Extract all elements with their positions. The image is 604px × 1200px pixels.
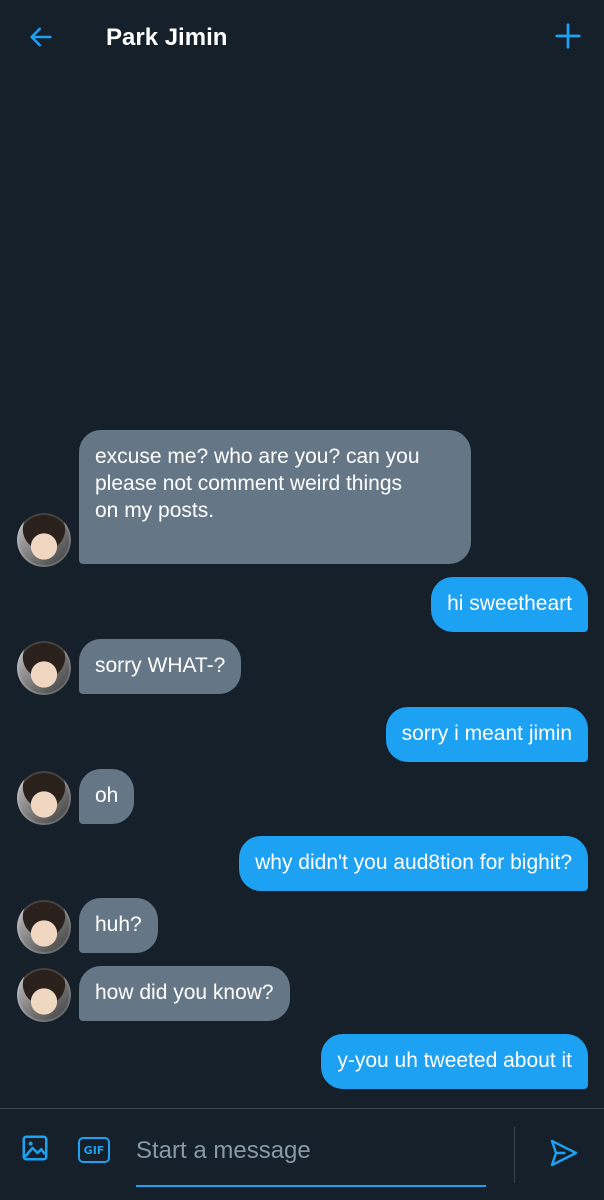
avatar[interactable]	[17, 900, 71, 954]
message-bubble-outgoing[interactable]: why didn't you aud8tion for bighit?	[239, 836, 588, 891]
conversation-header: Park Jimin	[0, 0, 604, 78]
image-icon	[20, 1133, 50, 1168]
send-button[interactable]	[546, 1137, 582, 1173]
arrow-left-icon	[27, 23, 55, 56]
gif-button[interactable]: GIF	[78, 1137, 110, 1163]
message-input[interactable]	[136, 1131, 486, 1171]
message-row: how did you know?	[0, 966, 604, 1022]
send-icon	[548, 1137, 580, 1174]
message-bubble-incoming[interactable]: sorry WHAT-?	[79, 639, 242, 694]
divider	[514, 1127, 515, 1183]
message-bubble-incoming[interactable]: excuse me? who are you? can you please n…	[79, 430, 471, 564]
message-bubble-incoming[interactable]: how did you know?	[79, 966, 290, 1021]
page-title: Park Jimin	[106, 24, 228, 51]
message-bubble-outgoing[interactable]: sorry i meant jimin	[385, 707, 588, 762]
message-row: hi sweetheart	[0, 577, 604, 633]
input-underline	[136, 1185, 486, 1187]
avatar[interactable]	[17, 771, 71, 825]
message-composer: GIF	[0, 1108, 604, 1200]
message-row: excuse me? who are you? can you please n…	[0, 430, 604, 567]
message-row: sorry WHAT-?	[0, 639, 604, 695]
message-row: oh	[0, 769, 604, 825]
back-button[interactable]	[22, 20, 60, 58]
message-row: sorry i meant jimin	[0, 707, 604, 763]
message-bubble-outgoing[interactable]: y-you uh tweeted about it	[321, 1034, 588, 1089]
message-row: y-you uh tweeted about it	[0, 1034, 604, 1090]
avatar[interactable]	[17, 968, 71, 1022]
add-button[interactable]	[548, 18, 588, 58]
message-row: why didn't you aud8tion for bighit?	[0, 836, 604, 892]
message-row: huh?	[0, 898, 604, 954]
avatar[interactable]	[17, 513, 71, 567]
message-bubble-incoming[interactable]: oh	[79, 769, 135, 824]
plus-icon	[553, 21, 583, 56]
dm-conversation-screen: Park Jimin excuse me? who are you? can y…	[0, 0, 604, 1200]
message-bubble-incoming[interactable]: huh?	[79, 898, 158, 953]
message-bubble-outgoing[interactable]: hi sweetheart	[431, 577, 588, 632]
avatar[interactable]	[17, 641, 71, 695]
add-image-button[interactable]	[18, 1133, 52, 1167]
